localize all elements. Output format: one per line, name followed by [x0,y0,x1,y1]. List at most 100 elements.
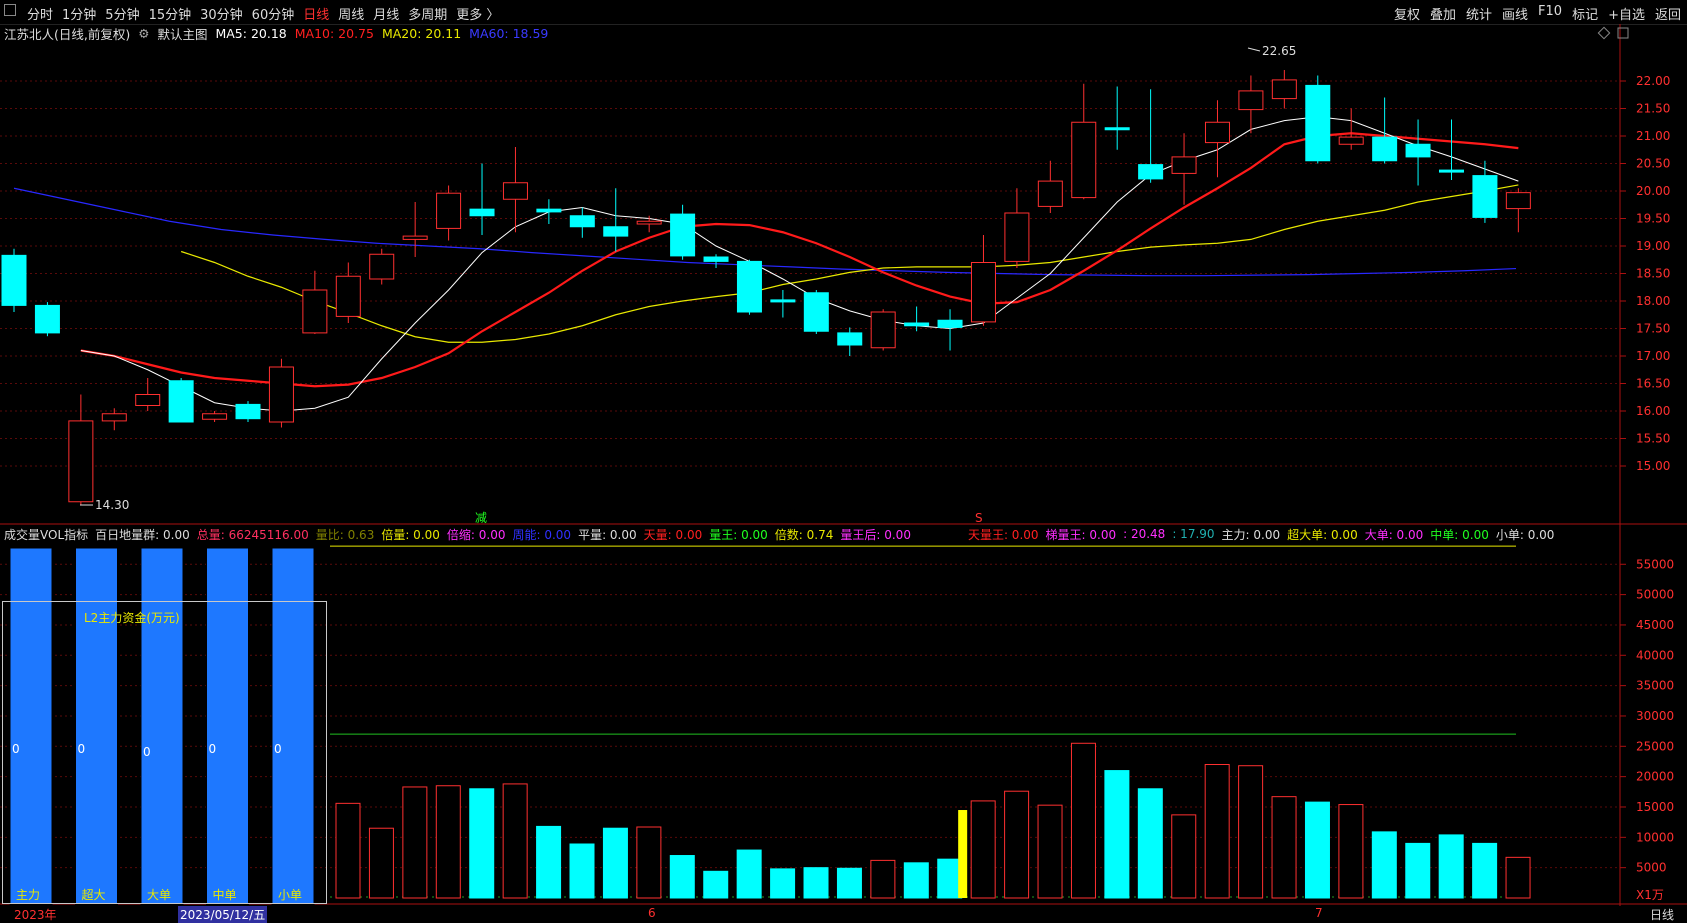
indicator-item-15: 主力: 0.00 [1221,527,1281,542]
diamond-icon [1597,26,1611,40]
candle-body [268,366,294,423]
volume-bar [1338,804,1364,899]
volume-bar [435,785,461,899]
candle-body [970,262,996,323]
candle-body [68,420,94,503]
volume-tick-label: 10000 [1636,830,1674,844]
candle-body [603,226,629,237]
volume-bar [770,868,796,899]
volume-bar [569,843,595,899]
cursor-date: 2023/05/12/五 [178,906,268,923]
candle-body [904,322,930,327]
indicator-item-16: 超大单: 0.00 [1287,527,1358,542]
candle-body [703,256,729,262]
volume-bar [870,859,896,899]
high-pointer [1247,47,1261,52]
volume-tick-label: 20000 [1636,770,1674,784]
volume-bar [1304,801,1330,899]
volume-tick-label: 50000 [1636,588,1674,602]
candle-body [1438,169,1464,173]
indicator-item-1: 总量: 66245116.00 [196,527,309,542]
candle-body [436,192,462,229]
candle-body [670,213,696,257]
volume-indicator-bar: 成交量VOL指标 百日地量群: 0.00 总量: 66245116.00 量比: 0… [0,525,1554,543]
candle-body [770,299,796,303]
volume-bar [1238,765,1264,899]
indicator-item-2: 量比: 0.63 [315,527,375,542]
indicator-item-7: 天量: 0.00 [643,527,703,542]
price-tick-label: 21.00 [1636,129,1670,143]
candle-body [502,182,528,200]
candle-body [837,332,863,346]
candle-body [34,304,60,334]
candle-body [101,413,127,422]
volume-bar [1472,842,1498,899]
volume-bar [1505,856,1531,899]
volume-tick-label: 55000 [1636,557,1674,571]
indicator-item-14: : 17.90 [1172,527,1215,541]
price-tick-label: 21.50 [1636,102,1670,116]
indicator-item-17: 大单: 0.00 [1364,527,1424,542]
candle-body [1037,180,1063,207]
volume-bar [970,800,996,899]
price-tick-label: 18.00 [1636,294,1670,308]
volume-bar [1037,804,1063,899]
volume-tick-label: 35000 [1636,679,1674,693]
candle-body [1004,212,1030,262]
indicator-item-3: 倍量: 0.00 [381,527,440,542]
candle-body [168,380,194,423]
volume-bar [669,855,695,899]
candle-body [1472,175,1498,218]
volume-tick-label: 30000 [1636,709,1674,723]
volume-tick-label: 25000 [1636,739,1674,753]
indicator-item-8: 量王: 0.00 [709,527,768,542]
candle-body [1338,136,1364,145]
volume-tick-label: 40000 [1636,648,1674,662]
volume-bar [937,858,963,899]
indicator-item-0: 百日地量群: 0.00 [95,527,190,542]
volume-bar [469,788,495,899]
volume-bar [736,849,762,899]
candle-body [202,413,228,420]
volume-bar [1271,796,1297,899]
candle-body [636,220,662,225]
low-price-annotation: 14.30 [95,498,129,512]
volume-bar [903,862,929,899]
indicator-item-12: 梯量王: 0.00 [1045,527,1117,542]
volume-tick-label: 45000 [1636,618,1674,632]
candle-body [1071,121,1097,199]
ma10-line [80,132,1519,388]
volume-bar [803,867,829,899]
price-tick-label: 22.00 [1636,74,1670,88]
price-tick-label: 20.00 [1636,184,1670,198]
indicator-item-10: 量王后: 0.00 [840,527,911,542]
price-tick-label: 20.50 [1636,157,1670,171]
candle-body [235,403,261,420]
volume-bar [502,783,528,899]
price-tick-label: 16.50 [1636,377,1670,391]
s-marker: S [975,511,983,525]
price-tick-label: 18.50 [1636,267,1670,281]
price-tick-label: 15.50 [1636,432,1670,446]
indicator-name[interactable]: 成交量VOL指标 [4,526,88,543]
candle-body [1271,79,1297,100]
candle-body [569,215,595,228]
volume-bar [1371,831,1397,899]
candle-body [1405,143,1431,158]
indicator-item-5: 周能: 0.00 [512,527,572,542]
volume-bar [1204,764,1230,899]
volume-bar [636,826,662,899]
candle-body [937,319,963,328]
volume-bar [703,870,729,899]
volume-bar [1104,770,1130,899]
period-label[interactable]: 日线 [1650,906,1674,923]
volume-bar [335,802,361,899]
candle-body [1238,90,1264,111]
indicator-item-9: 倍数: 0.74 [774,527,834,542]
price-tick-label: 19.00 [1636,239,1670,253]
candle-body [135,394,161,406]
indicator-item-18: 中单: 0.00 [1430,527,1489,542]
price-tick-label: 19.50 [1636,212,1670,226]
price-tick-label: 16.00 [1636,404,1670,418]
price-tick-label: 15.00 [1636,459,1670,473]
